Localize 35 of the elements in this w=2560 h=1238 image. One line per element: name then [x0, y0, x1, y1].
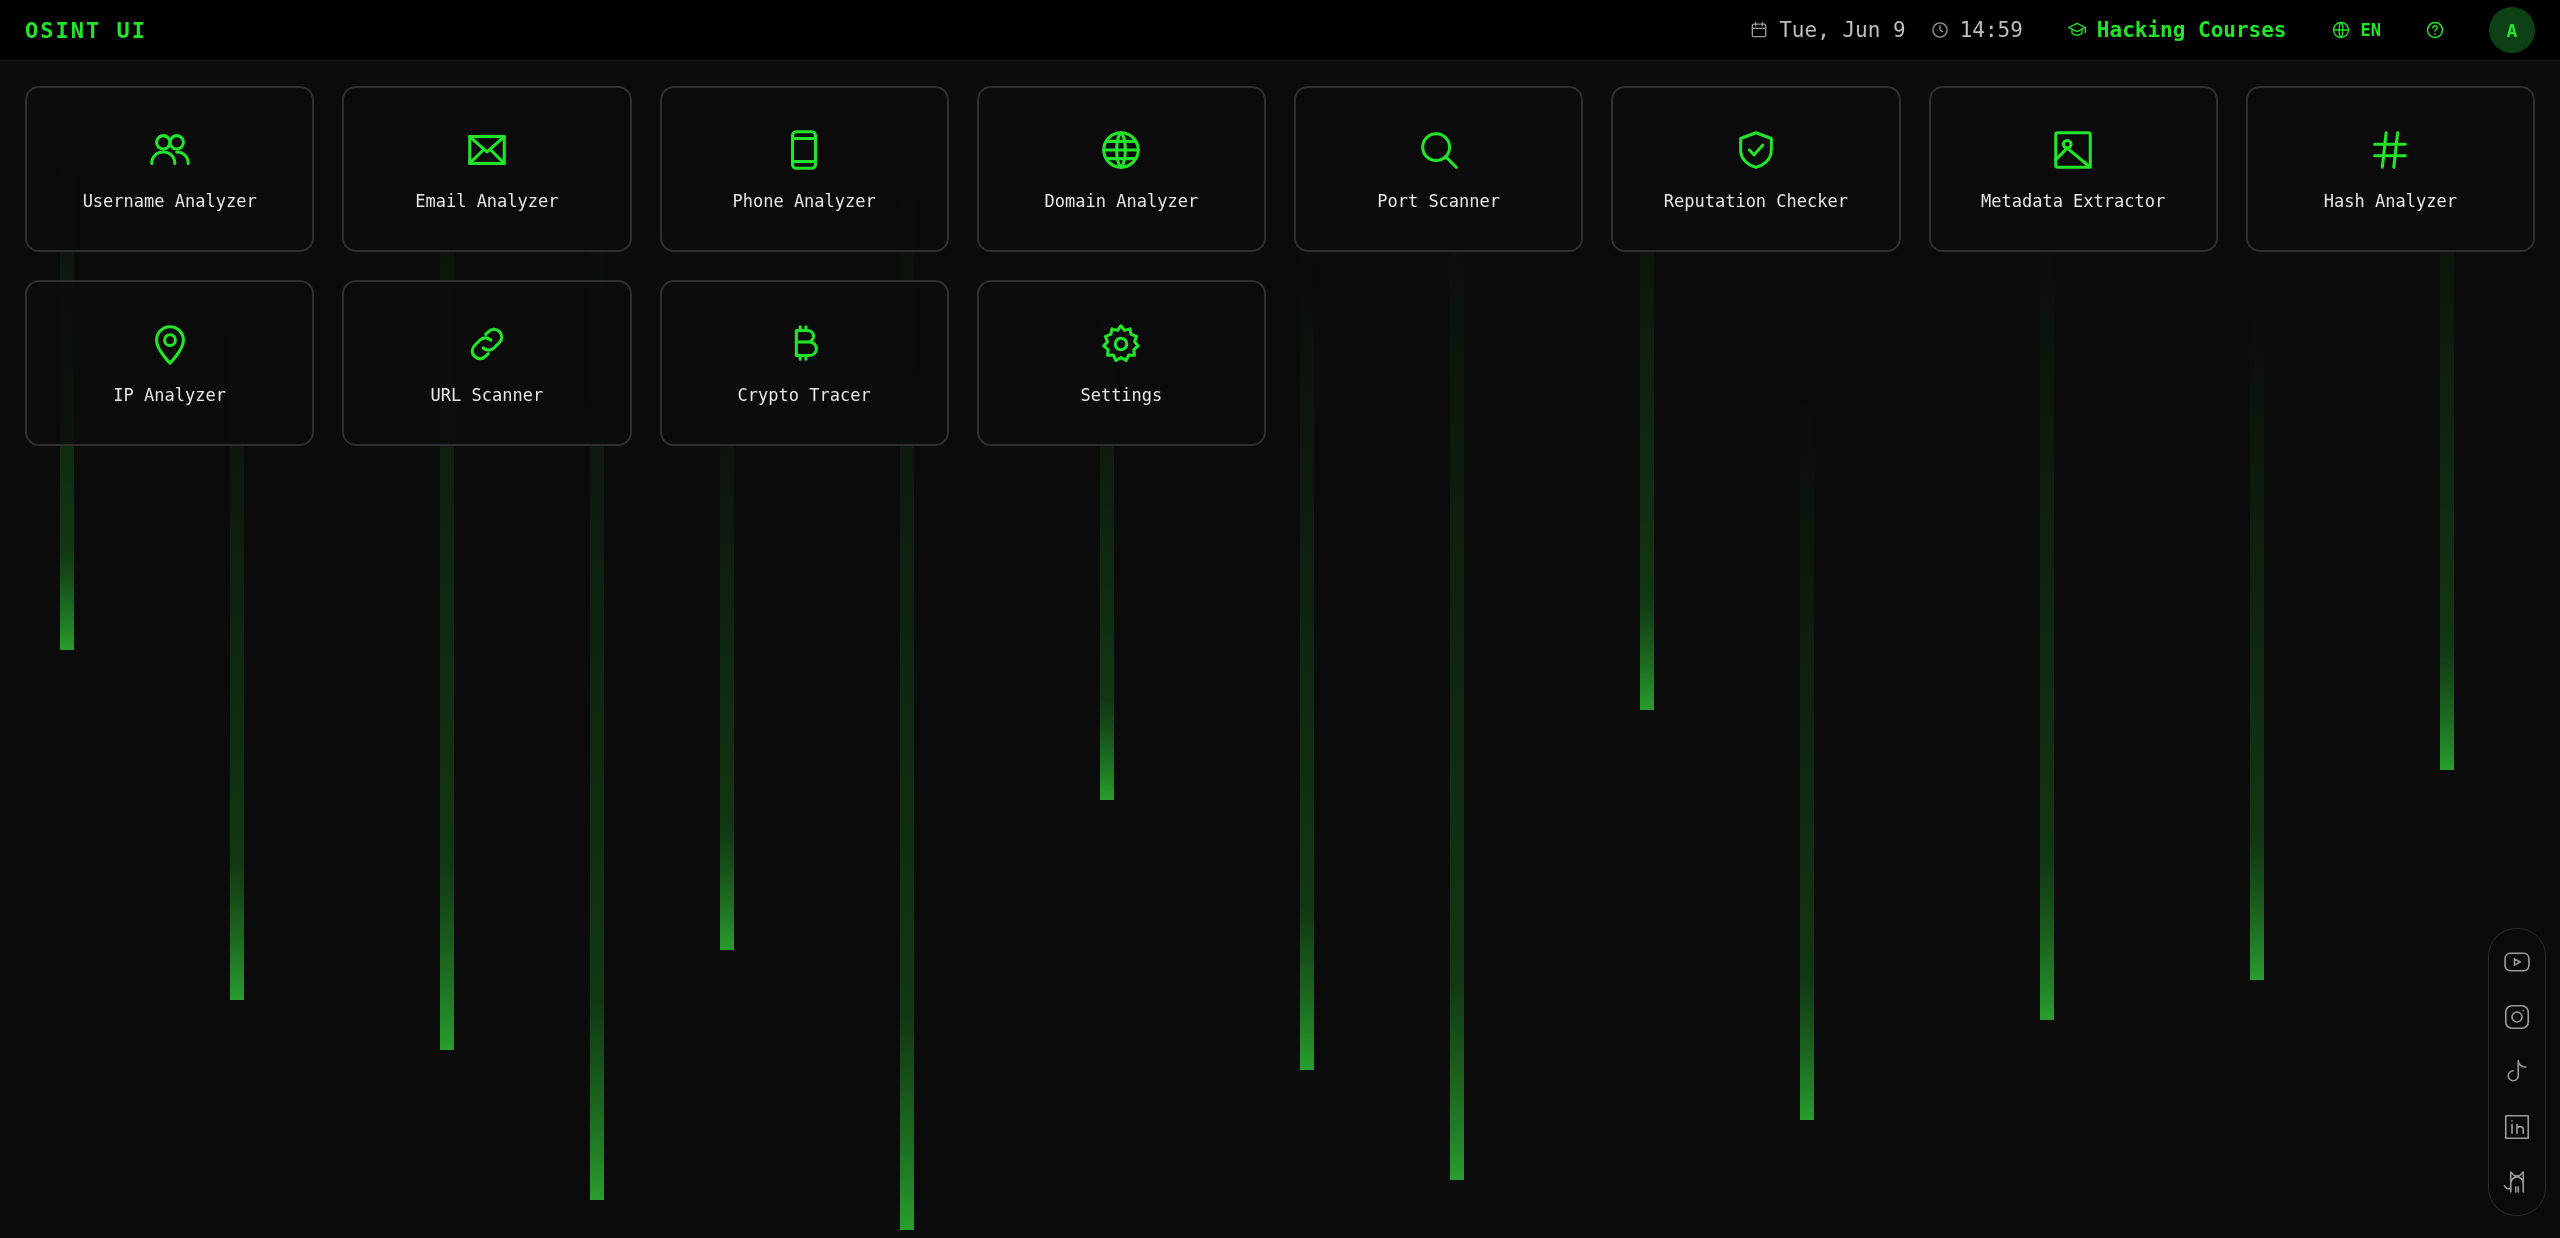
- tool-card[interactable]: Metadata Extractor: [1928, 86, 2218, 252]
- tool-card[interactable]: Port Scanner: [1294, 86, 1584, 252]
- tool-label: Reputation Checker: [1663, 191, 1848, 211]
- linkedin-icon[interactable]: [2502, 1112, 2532, 1142]
- tool-card[interactable]: Email Analyzer: [342, 86, 632, 252]
- camera-icon[interactable]: [2502, 1002, 2532, 1032]
- tool-label: Email Analyzer: [415, 191, 559, 211]
- tool-label: URL Scanner: [430, 385, 544, 405]
- tool-card[interactable]: Username Analyzer: [25, 86, 315, 252]
- tool-label: Metadata Extractor: [1981, 191, 2166, 211]
- tool-card[interactable]: Phone Analyzer: [659, 86, 949, 252]
- clock-icon: [1929, 20, 1950, 40]
- tool-label: Username Analyzer: [82, 191, 257, 211]
- courses-link[interactable]: Hacking Courses: [2066, 18, 2287, 42]
- tool-card[interactable]: URL Scanner: [342, 280, 632, 446]
- tool-card[interactable]: Settings: [976, 280, 1266, 446]
- tool-label: Phone Analyzer: [732, 191, 876, 211]
- time-text: 14:59: [1959, 18, 2023, 42]
- user-avatar[interactable]: A: [2489, 7, 2535, 53]
- tool-label: Domain Analyzer: [1044, 191, 1199, 211]
- globe-icon: [2330, 20, 2351, 40]
- tool-card[interactable]: Crypto Tracer: [659, 280, 949, 446]
- help-icon[interactable]: [2425, 20, 2445, 40]
- tool-label: Settings: [1080, 385, 1163, 405]
- tool-card[interactable]: IP Analyzer: [25, 280, 315, 446]
- app-logo: OSINT UI: [25, 17, 147, 43]
- tool-card[interactable]: Reputation Checker: [1611, 86, 1901, 252]
- date-text: Tue, Jun 9: [1779, 18, 1906, 42]
- tool-label: Port Scanner: [1377, 191, 1501, 211]
- tool-label: Hash Analyzer: [2323, 191, 2457, 211]
- tool-label: Crypto Tracer: [737, 385, 871, 405]
- tool-card[interactable]: Domain Analyzer: [976, 86, 1266, 252]
- tool-label: IP Analyzer: [113, 385, 226, 405]
- language-button[interactable]: EN: [2330, 20, 2381, 40]
- tool-card[interactable]: Hash Analyzer: [2245, 86, 2535, 252]
